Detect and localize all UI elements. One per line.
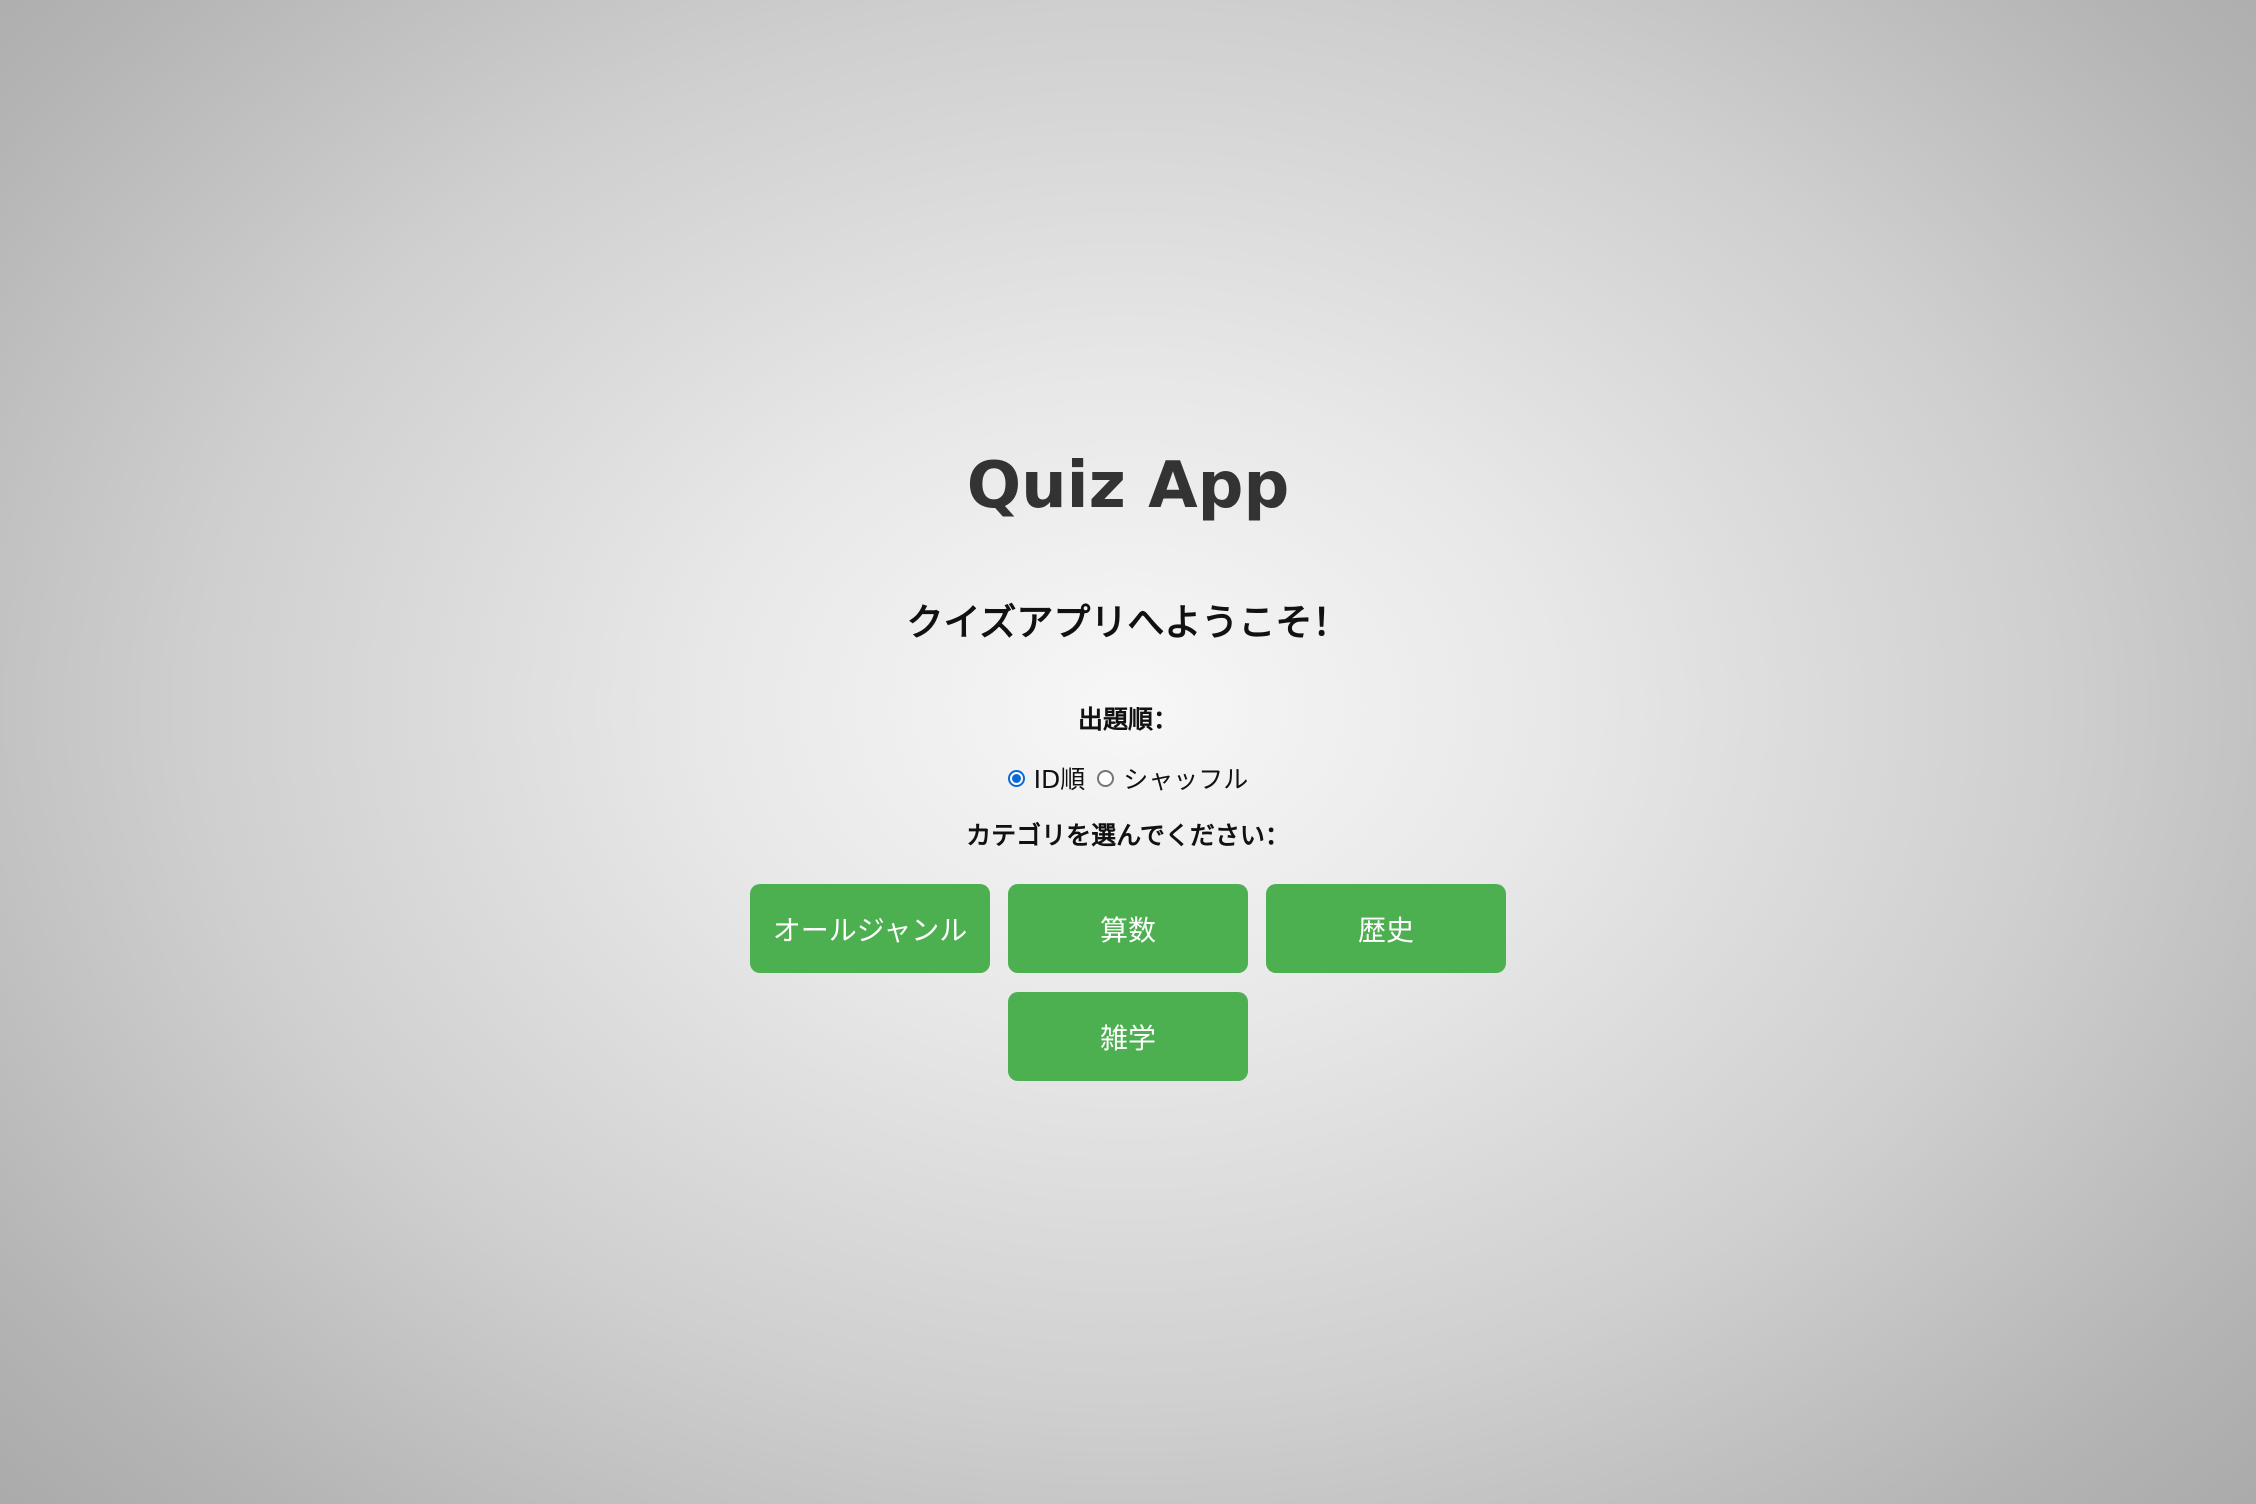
welcome-heading: クイズアプリへようこそ！ [906,601,1350,644]
category-button-trivia[interactable]: 雑学 [1008,992,1248,1081]
order-label: 出題順： [1077,705,1178,734]
app-title: Quiz App [966,449,1290,523]
order-option-id[interactable]: ID順 [1007,760,1086,796]
radio-unchecked-icon[interactable] [1097,769,1115,787]
category-button-all-genres[interactable]: オールジャンル [750,884,990,973]
order-option-id-label: ID順 [1033,765,1086,794]
order-option-shuffle-label: シャッフル [1123,765,1249,794]
radio-checked-icon[interactable] [1007,769,1025,787]
category-button-history[interactable]: 歴史 [1266,884,1506,973]
category-button-math[interactable]: 算数 [1008,884,1248,973]
category-label: カテゴリを選んでください： [966,821,1290,850]
quiz-app-screen: Quiz App クイズアプリへようこそ！ 出題順： ID順 シャッフル カテゴ… [0,0,2256,1504]
order-option-shuffle[interactable]: シャッフル [1097,760,1248,796]
order-radio-group: ID順 シャッフル [0,760,2256,796]
